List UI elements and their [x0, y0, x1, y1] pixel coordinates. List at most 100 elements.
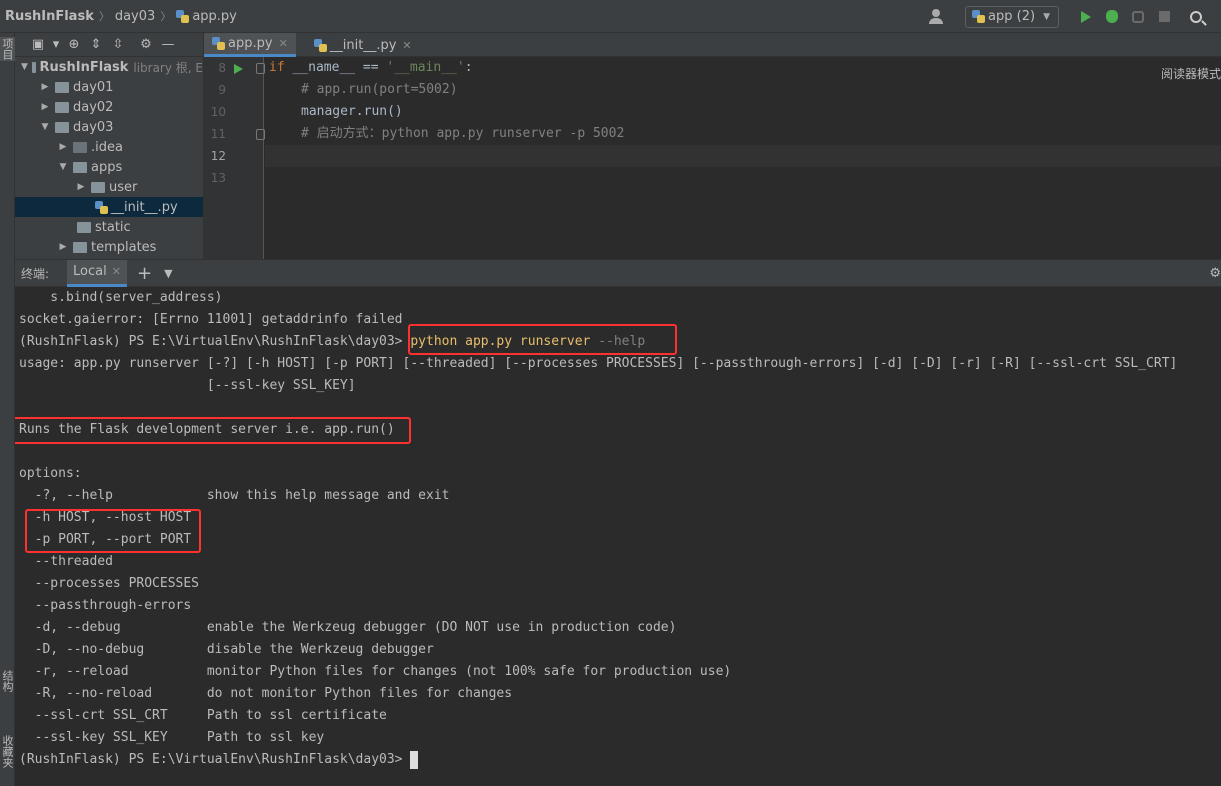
chevron-down-icon[interactable]: ▾ — [49, 36, 63, 54]
tree-item-label: .idea — [91, 139, 123, 155]
tab-label: Local — [73, 264, 107, 279]
tree-item-apps[interactable]: ▼ apps — [15, 157, 203, 177]
tree-item-hint: library 根, E — [133, 60, 203, 75]
run-button[interactable] — [1073, 4, 1099, 30]
search-button[interactable] — [1183, 4, 1209, 30]
fold-icon[interactable] — [256, 129, 265, 140]
line-number: 10 — [210, 105, 226, 119]
terminal-line: -d, --debug enable the Werkzeug debugger… — [19, 620, 677, 635]
prompt: (RushInFlask) PS E:\VirtualEnv\RushInFla… — [19, 334, 411, 349]
gutter: 8 9 10 11 12 13 — [204, 57, 265, 259]
bug-icon — [1106, 10, 1118, 23]
stop-button[interactable] — [1151, 4, 1177, 30]
prompt: (RushInFlask) PS E:\VirtualEnv\RushInFla… — [19, 752, 411, 767]
tree-item-label: apps — [91, 159, 123, 175]
search-icon — [1190, 10, 1202, 23]
reader-mode-toggle[interactable]: 阅读器模式 — [1161, 65, 1221, 82]
tree-item-day03[interactable]: ▼ day03 — [15, 117, 203, 137]
code-token: '__main__' — [386, 60, 465, 75]
terminal-header: 终端: Local ✕ + ▼ ⚙ — [15, 259, 1221, 287]
python-icon — [972, 10, 986, 23]
python-file-icon — [95, 200, 108, 214]
tab-app-py[interactable]: app.py ✕ — [204, 33, 296, 57]
terminal-output[interactable]: s.bind(server_address) socket.gaierror: … — [15, 287, 1221, 786]
run-gutter-icon[interactable] — [234, 64, 243, 74]
package-icon — [91, 181, 105, 193]
highlight-box-host-port — [25, 509, 201, 553]
breadcrumb-root[interactable]: RushInFlask — [5, 9, 94, 24]
fold-icon[interactable] — [256, 63, 265, 74]
code-editor[interactable]: 8 9 10 11 12 13 if __name__ == '__main__… — [204, 57, 1221, 259]
close-icon[interactable]: ✕ — [112, 265, 121, 278]
chevron-right-icon: 〉 — [160, 10, 172, 23]
collapse-all-icon[interactable]: ⇳ — [107, 36, 129, 54]
terminal-line: --passthrough-errors — [19, 598, 192, 613]
user-icon[interactable] — [929, 8, 951, 25]
favorites-tool-tab[interactable]: 收藏夹 — [0, 723, 15, 779]
tree-item-root[interactable]: ▼ RushInFlask library 根, E — [15, 57, 203, 77]
python-file-icon — [313, 38, 327, 52]
terminal-line: -?, --help show this help message and ex… — [19, 488, 450, 503]
terminal-line: usage: app.py runserver [-?] [-h HOST] [… — [19, 356, 1178, 371]
tree-item-static[interactable]: static — [15, 217, 203, 237]
tree-item-templates[interactable]: ▶ templates — [15, 237, 203, 257]
gear-icon[interactable]: ⚙ — [1209, 266, 1221, 281]
python-file-icon — [176, 9, 190, 23]
terminal-line: options: — [19, 466, 82, 481]
tree-item-init-py[interactable]: __init__.py — [15, 197, 203, 217]
tree-item-label: day01 — [73, 79, 114, 95]
highlight-box-command — [408, 324, 677, 355]
chevron-right-icon: 〉 — [98, 10, 110, 23]
breadcrumb-file[interactable]: app.py — [192, 9, 237, 24]
tree-item-label: RushInFlask — [39, 59, 129, 75]
tree-item-idea[interactable]: ▶ .idea — [15, 137, 203, 157]
editor-tab-bar: app.py ✕ __init__.py ✕ — [204, 33, 1221, 57]
project-view-icon[interactable]: ▣ — [27, 36, 49, 54]
chevron-right-icon: ▶ — [41, 102, 49, 112]
line-number: 13 — [210, 171, 226, 185]
folder-icon — [31, 61, 36, 73]
tree-item-label: day02 — [73, 99, 114, 115]
chevron-down-icon[interactable]: ▼ — [164, 267, 172, 280]
terminal-line: (RushInFlask) PS E:\VirtualEnv\RushInFla… — [19, 749, 419, 771]
tree-item-label: static — [95, 219, 131, 235]
code-line: # 启动方式：python app.py runserver -p 5002 — [301, 126, 625, 141]
left-tool-strip: 项目 结构 收藏夹 — [0, 33, 15, 786]
terminal-title: 终端: — [21, 266, 50, 281]
chevron-right-icon: ▶ — [59, 142, 67, 152]
coverage-button[interactable] — [1125, 4, 1151, 30]
project-toolbar: ▣ ▾ ⊕ ⇕ ⇳ ⚙ — — [15, 33, 203, 57]
terminal-line: socket.gaierror: [Errno 11001] getaddrin… — [19, 312, 403, 327]
code-token: __name__ == — [284, 60, 387, 75]
gear-icon[interactable]: ⚙ — [135, 36, 157, 54]
structure-tool-tab[interactable]: 结构 — [0, 661, 15, 701]
tree-item-user[interactable]: ▶ user — [15, 177, 203, 197]
terminal-line: [--ssl-key SSL_KEY] — [19, 378, 356, 393]
minimize-icon[interactable]: — — [157, 36, 179, 54]
run-configuration-select[interactable]: app (2) ▼ — [965, 5, 1059, 28]
navigation-bar: RushInFlask 〉 day03 〉 app.py app (2) ▼ — [0, 0, 1221, 33]
tab-init-py[interactable]: __init__.py ✕ — [306, 33, 420, 57]
tree-item-day01[interactable]: ▶ day01 — [15, 77, 203, 97]
play-icon — [1081, 10, 1091, 23]
terminal-line: -D, --no-debug disable the Werkzeug debu… — [19, 642, 434, 657]
locate-icon[interactable]: ⊕ — [63, 36, 85, 54]
expand-all-icon[interactable]: ⇕ — [85, 36, 107, 54]
chevron-right-icon: ▶ — [59, 242, 67, 252]
project-tool-tab[interactable]: 项目 — [0, 37, 15, 61]
breadcrumb-folder[interactable]: day03 — [115, 9, 155, 24]
tree-item-day02[interactable]: ▶ day02 — [15, 97, 203, 117]
debug-button[interactable] — [1099, 4, 1125, 30]
chevron-down-icon: ▼ — [21, 62, 28, 72]
tab-terminal-local[interactable]: Local ✕ — [67, 259, 127, 287]
line-number: 11 — [210, 127, 226, 141]
line-number: 8 — [218, 61, 226, 75]
tree-item-label: templates — [91, 239, 157, 255]
code-line: # app.run(port=5002) — [301, 82, 458, 97]
tab-label: __init__.py — [329, 37, 397, 53]
close-icon[interactable]: ✕ — [402, 39, 411, 52]
close-icon[interactable]: ✕ — [279, 37, 288, 50]
add-icon[interactable]: + — [137, 263, 152, 284]
project-panel: ▣ ▾ ⊕ ⇕ ⇳ ⚙ — ▼ RushInFlask library 根, E… — [15, 33, 204, 259]
folder-icon — [73, 241, 87, 253]
